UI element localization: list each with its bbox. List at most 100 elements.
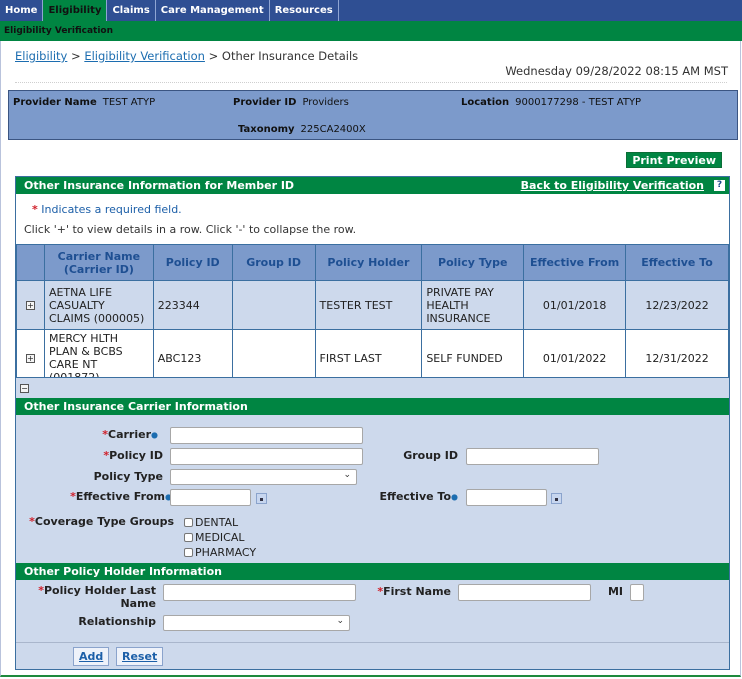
col-carrier-name[interactable]: Carrier Name (Carrier ID) [43,244,154,281]
chevron-down-icon: ⌄ [336,616,344,626]
taxonomy-value: 225CA2400X [300,124,366,135]
policy-id-label: *Policy ID [103,449,163,462]
calendar-icon[interactable] [551,493,562,504]
carrier-section-header: Other Insurance Carrier Information [16,398,729,415]
carrier-input[interactable] [170,427,363,444]
policy-id-cell: 223344 [152,280,233,330]
policy-type-cell: PRIVATE PAY HEALTH INSURANCE [421,280,525,330]
breadcrumb-current: Other Insurance Details [221,49,359,63]
chevron-down-icon: ⌄ [343,470,351,480]
relationship-select[interactable]: ⌄ [163,615,350,631]
coverage-medical[interactable]: MEDICAL [184,531,245,544]
provider-location: Location 9000177298 - TEST ATYP [461,97,641,108]
form-button-row: Add Reset [16,642,729,669]
coverage-dental[interactable]: DENTAL [184,516,238,529]
provider-id-value: Providers [302,97,349,108]
back-to-eligibility-link[interactable]: Back to Eligibility Verification [521,177,704,194]
coverage-type-label: *Coverage Type Groups [29,515,174,528]
tab-eligibility[interactable]: Eligibility [43,0,108,21]
provider-name: Provider Name TEST ATYP [13,97,155,108]
col-group-id[interactable]: Group ID [231,244,316,281]
table-header-row: Carrier Name (Carrier ID) Policy ID Grou… [16,244,729,281]
breadcrumb: Eligibility > Eligibility Verification >… [15,49,358,63]
provider-name-label: Provider Name [13,97,97,108]
effective-from-label: *Effective From● [70,490,172,503]
provider-id-label: Provider ID [233,97,297,108]
other-insurance-panel: Other Insurance Information for Member I… [15,176,730,670]
panel-header: Other Insurance Information for Member I… [16,177,729,194]
provider-name-value: TEST ATYP [102,97,156,108]
checkbox[interactable] [184,548,193,557]
last-name-label: *Policy Holder Last Name [38,584,156,610]
breadcrumb-separator: > [208,49,219,63]
collapse-minus-icon[interactable]: − [20,384,29,393]
help-icon[interactable]: ? [714,180,725,191]
effective-to-cell: 12/23/2022 [625,280,729,330]
reset-button[interactable]: Reset [116,647,164,666]
relationship-label: Relationship [78,615,156,628]
panel-title: Other Insurance Information for Member I… [24,179,295,192]
provider-info-box: Provider Name TEST ATYP Provider ID Provid… [8,90,738,140]
breadcrumb-eligibility-verification[interactable]: Eligibility Verification [84,49,205,63]
provider-taxonomy: Taxonomy 225CA2400X [238,124,366,135]
required-note-text: Indicates a required field. [41,203,182,216]
expand-plus-icon[interactable]: + [25,301,35,310]
col-expand [16,244,45,281]
first-name-label: *First Name [377,585,451,598]
effective-to-label: Effective To● [379,490,458,503]
policy-id-input[interactable] [170,448,363,465]
policy-holder-cell: TESTER TEST [314,280,423,330]
current-datetime: Wednesday 09/28/2022 08:15 AM MST [505,64,728,78]
divider [15,82,727,83]
col-policy-type[interactable]: Policy Type [421,244,525,281]
col-policy-holder[interactable]: Policy Holder [314,244,423,281]
expand-plus-icon[interactable]: + [25,354,35,363]
add-button[interactable]: Add [73,647,110,666]
group-id-cell [231,280,316,330]
calendar-icon[interactable] [256,493,267,504]
effective-from-input[interactable] [170,489,251,506]
col-policy-id[interactable]: Policy ID [152,244,233,281]
policy-holder-section-header: Other Policy Holder Information [16,563,729,580]
first-name-input[interactable] [458,584,591,601]
mi-input[interactable] [630,584,644,601]
tab-care-management[interactable]: Care Management [156,0,270,21]
info-icon[interactable]: ● [151,431,158,440]
subnav-eligibility-verification[interactable]: Eligibility Verification [0,21,742,41]
add-row-bar: − [16,377,729,398]
carrier-label: *Carrier● [102,428,158,441]
carrier-cell: AETNA LIFE CASUALTY CLAIMS (000005) [43,280,154,330]
table-row: + AETNA LIFE CASUALTY CLAIMS (000005) 22… [16,280,729,330]
location-value: 9000177298 - TEST ATYP [515,97,642,108]
last-name-input[interactable] [163,584,356,601]
breadcrumb-eligibility[interactable]: Eligibility [15,49,67,63]
location-label: Location [461,97,510,108]
carrier-form: *Carrier● *Policy ID Group ID Policy Typ… [16,415,729,563]
group-id-input[interactable] [466,448,599,465]
expand-cell: + [16,280,45,330]
policy-type-select[interactable]: ⌄ [170,469,357,485]
tab-resources[interactable]: Resources [270,0,339,21]
effective-to-input[interactable] [466,489,547,506]
taxonomy-label: Taxonomy [238,124,295,135]
provider-id: Provider ID Providers [233,97,349,108]
effective-from-cell: 01/01/2018 [523,280,627,330]
mi-label: MI [607,585,623,598]
group-id-label: Group ID [403,449,458,462]
col-effective-to[interactable]: Effective To [625,244,729,281]
policy-holder-form: *Policy Holder Last Name *First Name MI … [16,580,729,642]
checkbox[interactable] [184,533,193,542]
top-nav: Home Eligibility Claims Care Management … [0,0,742,21]
col-effective-from[interactable]: Effective From [523,244,627,281]
print-preview-button[interactable]: Print Preview [626,152,722,168]
checkbox[interactable] [184,518,193,527]
breadcrumb-separator: > [71,49,81,63]
expand-instructions: Click '+' to view details in a row. Clic… [24,223,357,236]
tab-home[interactable]: Home [0,0,44,21]
required-star-icon: * [32,203,38,216]
info-icon[interactable]: ● [451,493,458,502]
required-note: * Indicates a required field. [32,203,182,216]
policy-type-label: Policy Type [93,470,163,483]
coverage-pharmacy[interactable]: PHARMACY [184,546,256,559]
tab-claims[interactable]: Claims [107,0,156,21]
